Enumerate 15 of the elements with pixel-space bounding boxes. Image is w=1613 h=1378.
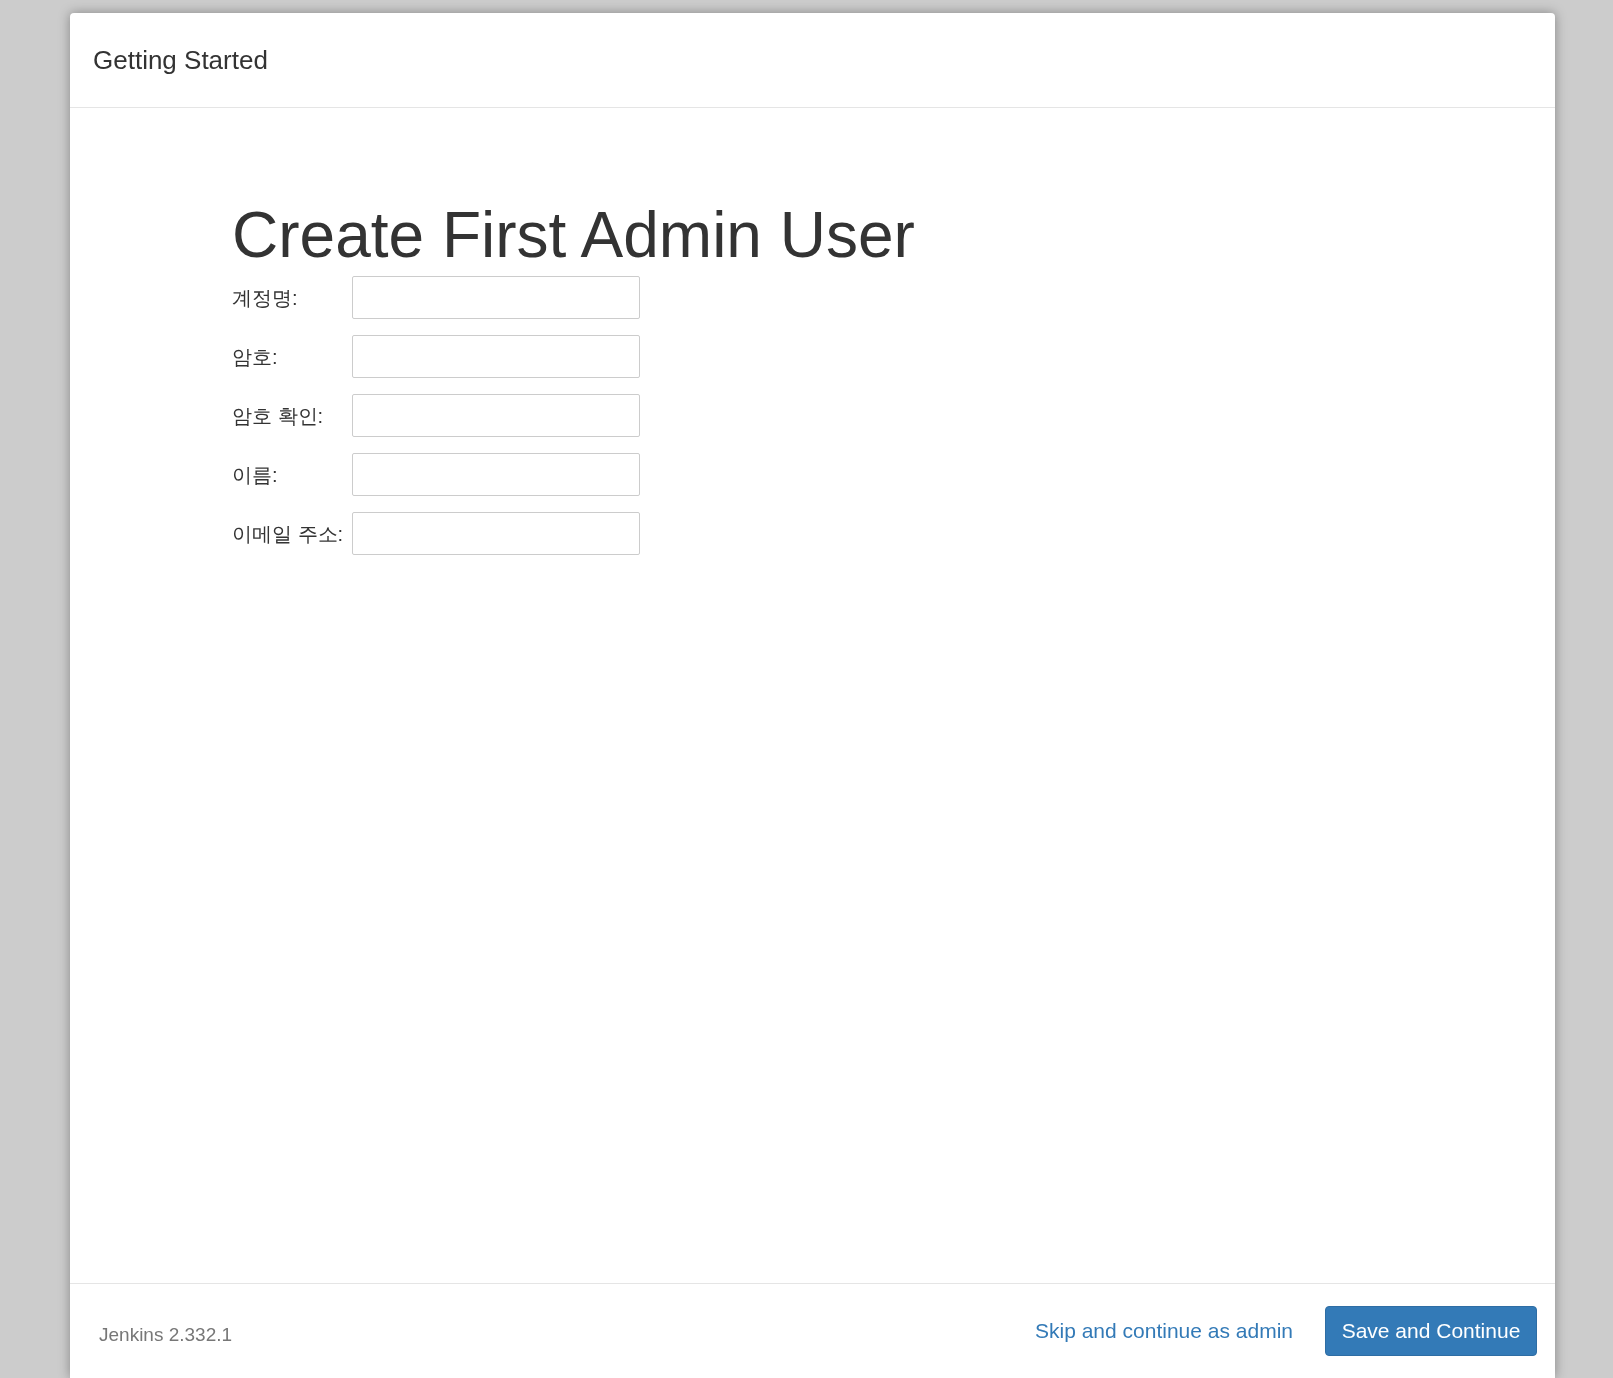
skip-link[interactable]: Skip and continue as admin [1035, 1315, 1293, 1347]
input-field[interactable] [352, 512, 640, 555]
field-label: 암호 확인: [232, 403, 325, 429]
page-heading: Create First Admin User [232, 198, 916, 273]
field-label: 암호: [232, 344, 279, 370]
input-field[interactable] [352, 453, 640, 496]
input-field[interactable] [352, 335, 640, 378]
dialog-title: Getting Started [93, 43, 268, 77]
save-button[interactable]: Save and Continue [1325, 1306, 1537, 1356]
field-label: 이름: [232, 462, 279, 488]
field-label: 계정명: [232, 285, 299, 311]
input-field[interactable] [352, 276, 640, 319]
field-label: 이메일 주소: [232, 521, 345, 547]
input-field[interactable] [352, 394, 640, 437]
version-text: Jenkins 2.332.1 [99, 1322, 233, 1347]
